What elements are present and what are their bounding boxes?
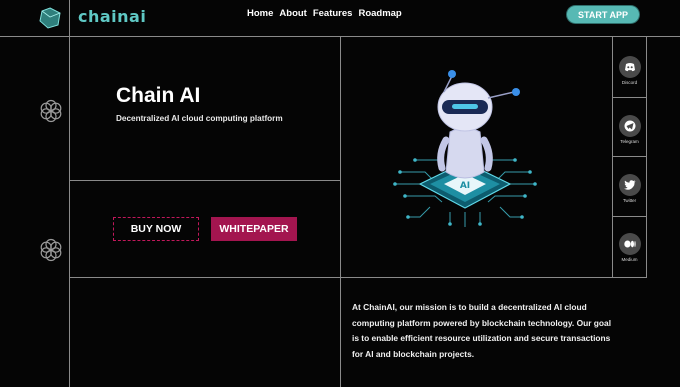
middle-divider bbox=[70, 277, 647, 278]
twitter-icon bbox=[618, 174, 641, 196]
robot-illustration: AI bbox=[393, 70, 537, 227]
nav-features[interactable]: Features bbox=[313, 8, 353, 19]
medium-icon bbox=[618, 233, 641, 255]
left-rail-divider bbox=[69, 0, 70, 387]
mission-text: At ChainAI, our mission is to build a de… bbox=[352, 302, 612, 359]
social-link-discord[interactable]: Discord bbox=[614, 56, 645, 85]
social-link-medium[interactable]: Medium bbox=[614, 233, 645, 262]
start-app-button[interactable]: START APP bbox=[567, 6, 639, 23]
flower-icon bbox=[40, 238, 62, 262]
social-sep-3 bbox=[613, 216, 646, 217]
social-link-twitter[interactable]: Twitter bbox=[614, 174, 645, 203]
chainai-logo-icon[interactable] bbox=[38, 7, 62, 29]
social-label: Twitter bbox=[622, 198, 637, 203]
page: chainai Home About Features Roadmap STAR… bbox=[0, 0, 680, 387]
nav-home[interactable]: Home bbox=[247, 8, 273, 19]
social-sep-1 bbox=[613, 97, 646, 98]
nav-roadmap[interactable]: Roadmap bbox=[358, 8, 401, 19]
social-label: Medium bbox=[621, 257, 638, 262]
center-divider bbox=[340, 37, 341, 387]
buy-now-button[interactable]: BUY NOW bbox=[113, 217, 199, 241]
social-divider-right bbox=[646, 37, 647, 277]
nav-about[interactable]: About bbox=[279, 8, 306, 19]
social-label: Discord bbox=[621, 80, 638, 85]
telegram-icon bbox=[618, 115, 641, 137]
main-nav: Home About Features Roadmap bbox=[247, 8, 402, 19]
chip-label: AI bbox=[460, 181, 470, 191]
social-sep-2 bbox=[613, 156, 646, 157]
flower-icon bbox=[40, 99, 62, 123]
discord-icon bbox=[618, 56, 641, 78]
hero-subtitle: Decentralized AI cloud computing platfor… bbox=[116, 114, 283, 123]
social-label: Telegram bbox=[620, 139, 639, 144]
brand-wordmark[interactable]: chainai bbox=[78, 7, 146, 26]
social-link-telegram[interactable]: Telegram bbox=[614, 115, 645, 144]
hero-divider bbox=[70, 180, 340, 181]
hero-title: Chain AI bbox=[116, 84, 201, 107]
whitepaper-button[interactable]: WHITEPAPER bbox=[211, 217, 297, 241]
social-divider-left bbox=[612, 37, 613, 277]
